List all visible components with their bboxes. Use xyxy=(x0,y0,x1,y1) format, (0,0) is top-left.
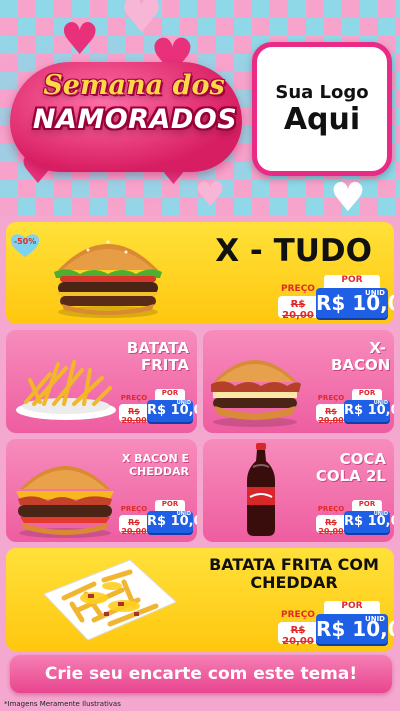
cta-banner[interactable]: Crie seu encarte com este tema! xyxy=(10,655,392,693)
old-price: PREÇO R$ 20,00 xyxy=(119,394,149,425)
price-tag: PREÇOR$ 20,00 PORUNIDR$ 10,00 xyxy=(119,389,197,425)
product-name: X BACON E CHEDDAR xyxy=(121,452,189,478)
product-name: X - TUDO xyxy=(215,233,372,269)
title-line-2: NAMORADOS xyxy=(32,104,238,135)
discount-badge: -50% xyxy=(10,232,40,258)
new-price: PORUNIDR$ 10,00 xyxy=(344,389,394,422)
old-price: PREÇO R$ 20,00 xyxy=(278,610,318,647)
bacon-burger-icon xyxy=(211,360,301,427)
product-card-batata-cheddar[interactable]: BATATA FRITA COM CHEDDAR PREÇO R$ 20,00 … xyxy=(6,548,394,651)
old-price: PREÇO R$ 20,00 xyxy=(119,505,149,536)
new-price: PORUNIDR$ 10,00 xyxy=(147,500,197,533)
product-card-batata-frita[interactable]: BATATA FRITA PREÇO R$ 20,00 POR UNID R$ 10,… xyxy=(6,330,197,433)
heart-icon: ♥ xyxy=(330,175,366,215)
product-card-x-tudo[interactable]: X - TUDO PREÇO R$ 20,00 POR UNID R$ 10,0… xyxy=(6,222,394,324)
price-tag: PREÇOR$ 20,00 PORUNIDR$ 10,00 xyxy=(316,500,394,536)
soda-bottle-icon xyxy=(247,443,275,536)
new-price: PORUNIDR$ 10,00 xyxy=(147,389,197,422)
logo-placeholder[interactable]: Sua Logo Aqui xyxy=(252,42,392,176)
product-name: COCA COLA 2L xyxy=(315,450,386,486)
disclaimer-text: *Imagens Meramente Ilustrativas xyxy=(4,700,121,708)
logo-text-1: Sua Logo xyxy=(275,82,369,103)
cheddar-fries-icon xyxy=(43,559,177,641)
header: ♥ ♥ ♥ ♥ ♥ ♥ ♥ Semana dos NAMORADOS Sua L… xyxy=(0,0,400,215)
old-price: PREÇO R$ 20,00 xyxy=(316,394,346,425)
product-card-x-bacon-cheddar[interactable]: X BACON E CHEDDAR PREÇO R$ 20,00 POR UNID R… xyxy=(6,439,197,542)
product-name: X- BACON xyxy=(331,339,391,375)
cheddar-burger-icon xyxy=(16,466,114,538)
price-tag: PREÇO R$ 20,00 POR UNID R$ 10,00 xyxy=(278,601,394,647)
product-name: BATATA FRITA xyxy=(126,339,189,375)
fries-icon xyxy=(16,360,116,420)
logo-text-2: Aqui xyxy=(283,102,361,137)
new-price: POR UNID R$ 10,00 xyxy=(316,601,394,644)
price-tag: PREÇO R$ 20,00 POR UNID R$ 10,00 xyxy=(278,275,394,321)
heart-icon: ♥ xyxy=(60,14,100,65)
product-card-x-bacon[interactable]: X- BACON PREÇOR$ 20,00 PORUNIDR$ 10,00 xyxy=(203,330,394,433)
old-price: PREÇO R$ 20,00 xyxy=(316,505,346,536)
burger-icon xyxy=(54,240,162,318)
heart-icon: ♥ xyxy=(195,175,226,215)
price-tag: PREÇOR$ 20,00 PORUNIDR$ 10,00 xyxy=(119,500,197,536)
title-line-1: Semana dos xyxy=(43,70,225,101)
product-name: BATATA FRITA COM CHEDDAR xyxy=(209,555,379,593)
heart-icon: ♥ xyxy=(120,0,164,44)
new-price: POR UNID R$ 10,00 xyxy=(316,275,394,318)
old-price: PREÇO R$ 20,00 xyxy=(278,284,318,321)
price-tag: PREÇOR$ 20,00 PORUNIDR$ 10,00 xyxy=(316,389,394,425)
product-card-coca-cola[interactable]: COCA COLA 2L PREÇO R$ 20,00 POR UNID R$ 10,… xyxy=(203,439,394,542)
new-price: PORUNIDR$ 10,00 xyxy=(344,500,394,533)
